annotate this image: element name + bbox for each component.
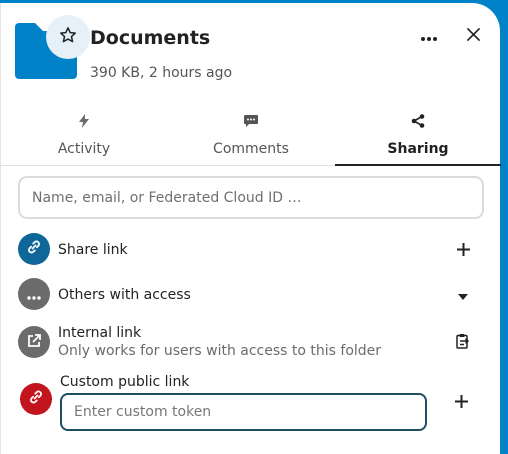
tab-activity[interactable]: Activity — [1, 107, 167, 165]
custom-link-avatar — [20, 383, 52, 415]
internal-link-row: Internal link Only works for users with … — [18, 321, 484, 365]
link-icon — [26, 239, 42, 259]
external-link-icon — [27, 333, 41, 352]
comment-icon — [244, 112, 258, 130]
share-search-input[interactable] — [18, 176, 484, 219]
plus-icon — [456, 241, 470, 260]
close-icon — [466, 26, 480, 45]
custom-link-label: Custom public link — [60, 374, 190, 390]
add-custom-link-button[interactable] — [449, 390, 473, 414]
favorite-button[interactable] — [46, 15, 90, 59]
others-with-access-row[interactable]: Others with access — [18, 275, 484, 311]
share-icon — [411, 112, 425, 130]
more-horizontal-icon — [421, 26, 437, 45]
share-link-row: Share link — [18, 231, 484, 267]
internal-link-avatar — [18, 326, 50, 358]
page-title: Documents — [90, 27, 211, 49]
expand-others-button[interactable] — [451, 282, 475, 306]
copy-internal-link-button[interactable] — [451, 331, 475, 355]
file-details: 390 KB, 2 hours ago — [90, 65, 233, 81]
tab-comments[interactable]: Comments — [168, 107, 334, 165]
tab-label: Activity — [57, 141, 111, 157]
clipboard-icon — [456, 333, 470, 353]
add-share-link-button[interactable] — [451, 238, 475, 262]
triangle-down-icon — [458, 285, 468, 304]
sidebar-panel: Documents 390 KB, 2 hours ago Activity C… — [0, 3, 501, 454]
link-icon — [28, 389, 44, 409]
internal-link-label: Internal link — [58, 325, 142, 341]
star-icon — [59, 26, 77, 48]
tab-label: Comments — [213, 141, 289, 157]
more-horizontal-icon — [27, 285, 41, 304]
internal-link-description: Only works for users with access to this… — [58, 343, 382, 359]
tab-sharing[interactable]: Sharing — [335, 107, 501, 166]
others-with-access-label: Others with access — [58, 287, 191, 303]
custom-token-input[interactable] — [60, 393, 427, 431]
tab-label: Sharing — [387, 141, 449, 157]
share-link-avatar — [18, 233, 50, 265]
close-button[interactable] — [461, 23, 485, 47]
more-actions-button[interactable] — [417, 23, 441, 47]
lightning-icon — [79, 112, 89, 130]
share-link-label: Share link — [58, 242, 128, 258]
plus-icon — [454, 393, 468, 412]
others-avatar — [18, 278, 50, 310]
tab-bar: Activity Comments Sharing — [1, 107, 501, 166]
